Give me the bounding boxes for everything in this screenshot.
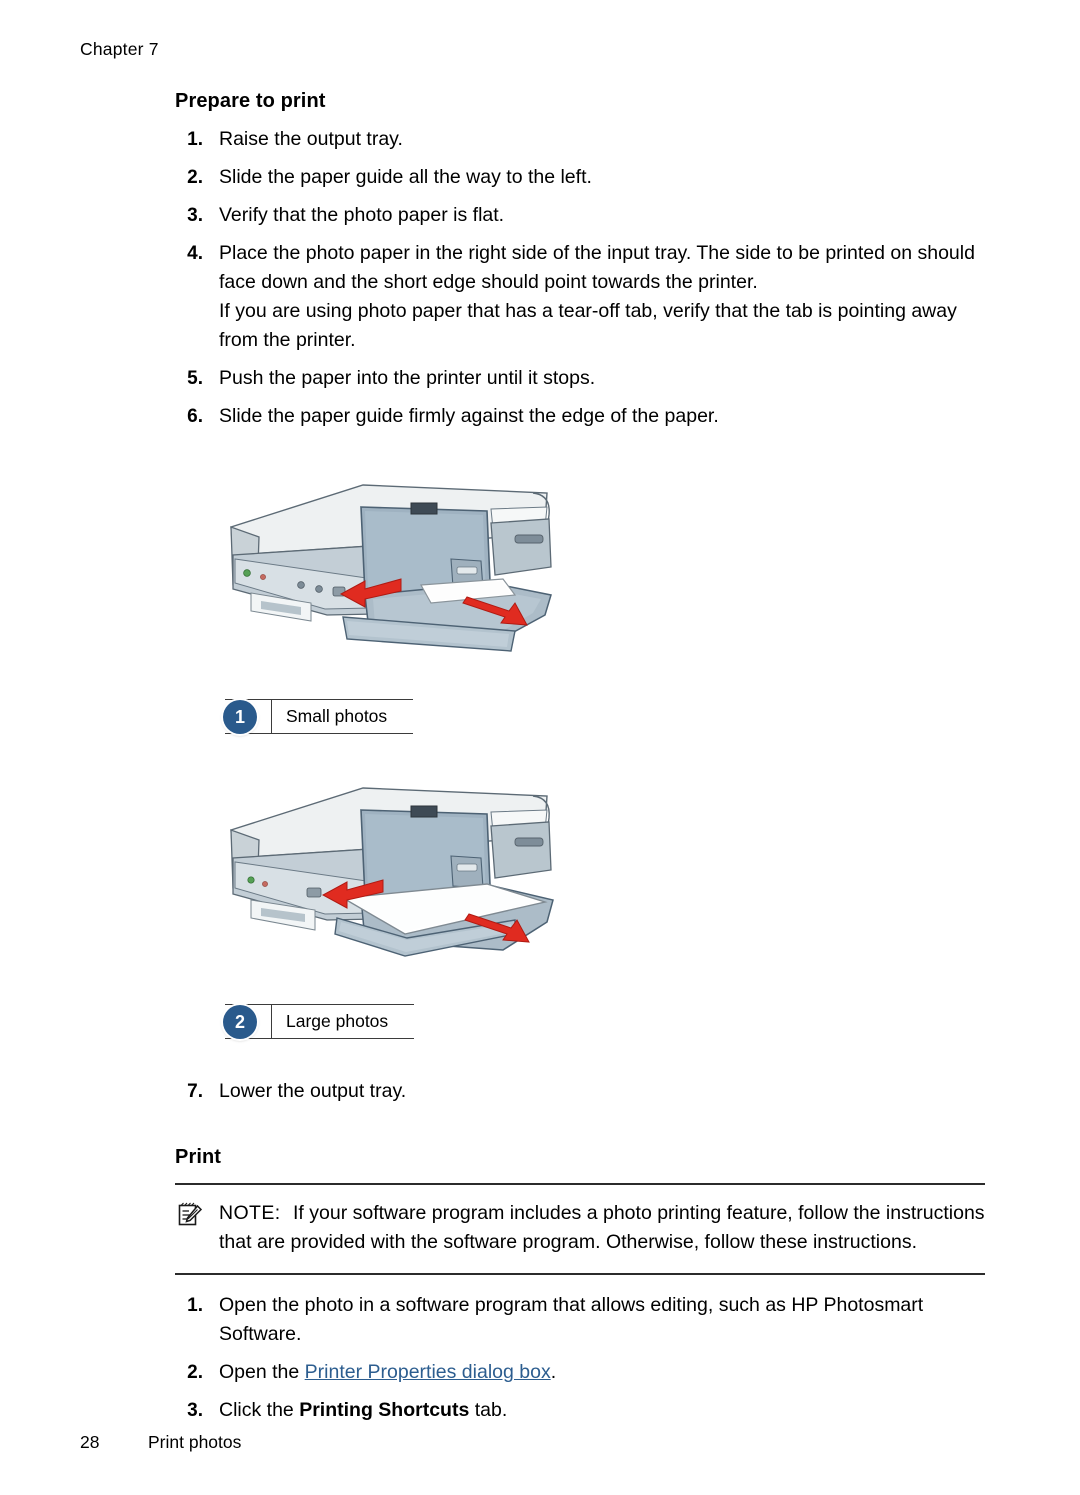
page-number: 28 [80,1432,100,1452]
step-text: Open the Printer Properties dialog box. [219,1358,985,1387]
step-text: Open the photo in a software program tha… [219,1294,924,1345]
caption-value: Small photos [271,699,414,734]
step-text-prefix: Open the [219,1361,305,1383]
figure-large-photos: 2 2 Large photos [215,768,560,1039]
page-content: Prepare to print 1. Raise the output tra… [175,90,985,1434]
step-text: Place the photo paper in the right side … [219,242,975,293]
chapter-header: Chapter 7 [80,39,159,59]
step-number: 1. [187,129,203,150]
step-text: Slide the paper guide all the way to the… [219,166,592,188]
prepare-steps-continued: 7. Lower the output tray. [175,1077,985,1106]
list-item: 2. Slide the paper guide all the way to … [175,163,985,192]
list-item: 1. Open the photo in a software program … [175,1291,985,1349]
step-number: 3. [187,1400,203,1421]
step-number: 3. [187,205,203,226]
printing-shortcuts-tab-label: Printing Shortcuts [299,1399,470,1421]
figure-badge-2: 2 [223,1005,257,1039]
step-text: Verify that the photo paper is flat. [219,204,505,226]
figure-small-photos: 1 1 Small photos [215,463,560,734]
step-number: 1. [187,1295,203,1316]
note-label: NOTE: [219,1202,281,1224]
list-item: 7. Lower the output tray. [175,1077,985,1106]
step-text-prefix: Click the [219,1399,300,1421]
list-item: 1. Raise the output tray. [175,125,985,154]
step-text-suffix: tab. [469,1399,508,1421]
step-number: 6. [187,406,203,427]
printer-illustration-small-photo [215,463,560,683]
step-text-continued: If you are using photo paper that has a … [219,300,957,351]
document-page: Chapter 7 Prepare to print 1. Raise the … [0,0,1080,1495]
printer-properties-link[interactable]: Printer Properties dialog box [305,1361,551,1383]
step-number: 7. [187,1081,203,1102]
prepare-steps-list: 1. Raise the output tray. 2. Slide the p… [175,125,985,431]
step-number: 4. [187,243,203,264]
note-text: If your software program includes a phot… [219,1202,985,1253]
print-heading: Print [175,1146,222,1168]
list-item: 5. Push the paper into the printer until… [175,364,985,393]
list-item: 3. Click the Printing Shortcuts tab. [175,1396,985,1425]
step-text: Slide the paper guide firmly against the… [219,405,719,427]
footer-section: Print photos [148,1432,242,1452]
caption-value: Large photos [271,1004,415,1039]
list-item: 3. Verify that the photo paper is flat. [175,201,985,230]
print-steps-list: 1. Open the photo in a software program … [175,1291,985,1425]
printer-illustration-large-photo [215,768,560,988]
note-clipboard-pencil-icon [177,1202,203,1228]
list-item: 4. Place the photo paper in the right si… [175,239,985,355]
step-number: 5. [187,368,203,389]
step-text: Click the Printing Shortcuts tab. [219,1396,985,1425]
step-text-suffix: . [550,1361,557,1383]
list-item: 2. Open the Printer Properties dialog bo… [175,1358,985,1387]
page-footer: 28 Print photos [80,1432,241,1453]
step-number: 2. [187,167,203,188]
prepare-to-print-heading: Prepare to print [175,90,326,112]
step-text: Push the paper into the printer until it… [219,367,596,389]
figure-badge-1: 1 [223,700,257,734]
note-body: NOTE: If your software program includes … [175,1199,985,1257]
step-text: Lower the output tray. [219,1080,407,1102]
list-item: 6. Slide the paper guide firmly against … [175,402,985,431]
step-text: Raise the output tray. [219,128,403,150]
note-callout: NOTE: If your software program includes … [175,1183,985,1275]
step-number: 2. [187,1362,203,1383]
